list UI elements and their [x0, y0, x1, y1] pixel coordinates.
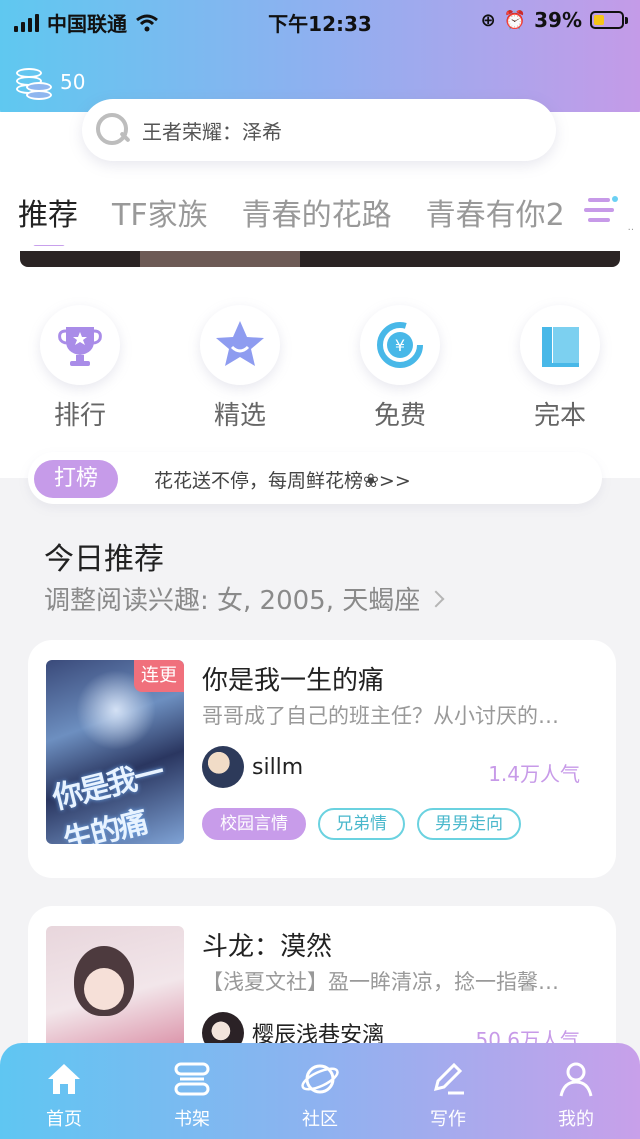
quick-entry-label: 免费	[373, 401, 426, 431]
nav-label: 写作	[430, 1109, 466, 1130]
section-title: 今日推荐	[44, 542, 164, 577]
interest-settings-link[interactable]: 调整阅读兴趣: 女, 2005, 天蝎座	[44, 580, 445, 617]
bottom-navigation: 首页 书架 社区 写作 我的	[0, 1043, 640, 1139]
book-title: 斗龙：漠然	[202, 932, 333, 962]
tag-list: 校园言情 兄弟情 男男走向	[202, 808, 521, 840]
battery-percent: 39%	[534, 8, 582, 32]
interest-settings-text: 调整阅读兴趣: 女, 2005, 天蝎座	[44, 586, 421, 616]
nav-label: 首页	[46, 1109, 82, 1130]
quick-entry-completed[interactable]: 完本	[500, 305, 620, 432]
quick-entry-featured[interactable]: 精选	[180, 305, 300, 432]
popularity-count: 1.4万人气	[488, 762, 580, 786]
book-title: 你是我一生的痛	[202, 666, 385, 696]
quick-entry-label: 排行	[53, 401, 106, 431]
book-description: 【浅夏文社】盈一眸清凉，捻一指馨…	[202, 970, 559, 994]
trophy-icon	[40, 305, 120, 385]
banner-carousel[interactable]	[20, 251, 620, 267]
star-icon	[200, 305, 280, 385]
more-indicator: ..	[627, 222, 634, 233]
coin-count: 50	[60, 70, 86, 94]
alarm-icon: ⏰	[503, 9, 527, 31]
book-description: 哥哥成了自己的班主任？从小讨厌的…	[202, 704, 559, 728]
svg-text:¥: ¥	[395, 336, 405, 355]
genre-tag[interactable]: 男男走向	[417, 808, 521, 840]
announcement-ticker[interactable]: 打榜 花花送不停，每周鲜花榜❀>>	[28, 452, 602, 504]
nav-write[interactable]: 写作	[398, 1059, 498, 1131]
planet-icon	[300, 1059, 340, 1099]
home-icon	[44, 1059, 84, 1099]
serializing-badge: 连更	[134, 660, 184, 692]
tab-recommend[interactable]: 推荐	[18, 190, 78, 246]
status-bar: 中国联通 下午12:33 ⊕ ⏰ 39%	[0, 0, 640, 40]
quick-entry-label: 精选	[213, 401, 266, 431]
genre-tag[interactable]: 校园言情	[202, 808, 306, 840]
bookshelf-icon	[172, 1059, 212, 1099]
genre-tag[interactable]: 兄弟情	[318, 808, 405, 840]
user-icon	[556, 1059, 596, 1099]
nav-bookshelf[interactable]: 书架	[142, 1059, 242, 1131]
rotation-lock-icon: ⊕	[480, 9, 496, 31]
book-author[interactable]: sillm	[202, 746, 303, 788]
book-icon	[520, 305, 600, 385]
yuan-icon: ¥	[360, 305, 440, 385]
coins-icon	[16, 64, 52, 100]
ticker-text: 花花送不停，每周鲜花榜❀>>	[154, 470, 411, 492]
avatar	[202, 746, 244, 788]
search-hint: 王者荣耀：泽希	[142, 119, 282, 144]
tab-youth-with-you[interactable]: 青春有你2	[426, 190, 565, 234]
ranking-tag: 打榜	[34, 460, 118, 498]
nav-label: 我的	[558, 1109, 594, 1130]
tab-youth-flower-road[interactable]: 青春的花路	[242, 190, 392, 234]
nav-label: 社区	[302, 1109, 338, 1130]
quick-entry-ranking[interactable]: 排行	[20, 305, 140, 432]
nav-profile[interactable]: 我的	[526, 1059, 626, 1131]
nav-label: 书架	[174, 1109, 210, 1130]
chevron-right-icon	[427, 590, 445, 608]
pen-icon	[428, 1059, 468, 1099]
coin-balance[interactable]: 50	[16, 64, 85, 100]
search-bar[interactable]: 王者荣耀：泽希	[82, 99, 556, 161]
book-card[interactable]: 你是我一生的痛 连更 你是我一生的痛 哥哥成了自己的班主任？从小讨厌的… sil…	[28, 640, 616, 878]
quick-entry-label: 完本	[533, 401, 586, 431]
author-name: sillm	[252, 754, 304, 780]
nav-community[interactable]: 社区	[270, 1059, 370, 1131]
book-cover: 你是我一生的痛 连更	[46, 660, 184, 844]
search-icon	[94, 111, 132, 149]
category-tabs: 推荐 TF家族 青春的花路 青春有你2	[18, 190, 618, 246]
battery-icon	[590, 11, 628, 29]
quick-entry-free[interactable]: ¥ 免费	[340, 305, 460, 432]
cover-title-art: 你是我一生的痛	[49, 755, 167, 844]
tab-tf-family[interactable]: TF家族	[112, 190, 208, 234]
tab-menu-icon[interactable]	[584, 194, 618, 226]
nav-home[interactable]: 首页	[14, 1059, 114, 1131]
